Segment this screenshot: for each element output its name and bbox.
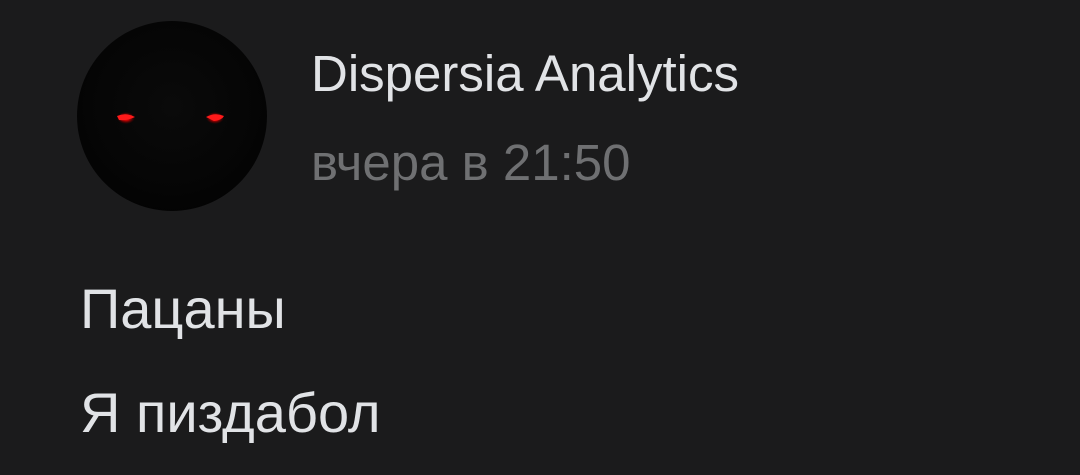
post-text-line: Я пиздабол bbox=[80, 381, 381, 444]
post-timestamp[interactable]: вчера в 21:50 bbox=[311, 133, 631, 193]
author-name[interactable]: Dispersia Analytics bbox=[311, 44, 739, 104]
red-eyes-icon bbox=[117, 112, 224, 124]
feed-post: Dispersia Analytics вчера в 21:50 Пацаны… bbox=[0, 0, 1080, 475]
post-body: Пацаны Я пиздабол bbox=[80, 277, 381, 444]
post-text-line: Пацаны bbox=[80, 277, 286, 340]
author-avatar[interactable] bbox=[77, 21, 267, 211]
